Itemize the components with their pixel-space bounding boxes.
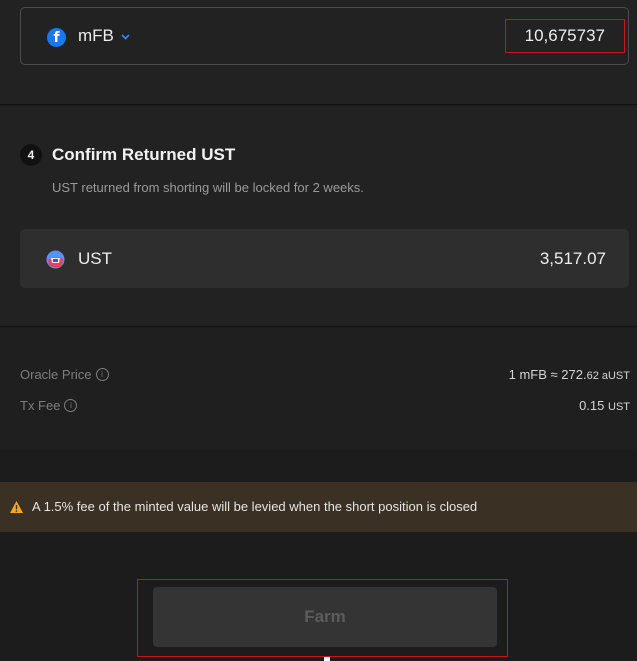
details-panel — [0, 328, 637, 450]
ust-returned-box: UST 3,517.07 — [20, 229, 629, 288]
asset-amount-field: f mFB — [20, 7, 629, 65]
facebook-icon: f — [47, 28, 66, 47]
ust-amount: 3,517.07 — [539, 249, 606, 268]
step-description: UST returned from shorting will be locke… — [52, 180, 364, 195]
fee-warning-banner: A 1.5% fee of the minted value will be l… — [0, 482, 637, 532]
asset-input-panel: f mFB — [0, 0, 637, 105]
ust-symbol: UST — [78, 249, 112, 268]
oracle-price-main: 1 mFB ≈ 272. — [508, 367, 587, 382]
tx-fee-label: Tx Fee i — [20, 398, 78, 413]
oracle-price-value: 1 mFB ≈ 272.62 aUST — [509, 367, 630, 382]
asset-symbol: mFB — [78, 26, 114, 45]
confirm-returned-ust-panel — [0, 106, 637, 327]
info-icon[interactable]: i — [64, 399, 78, 412]
tx-fee-amount: 0.15 — [579, 398, 605, 413]
chevron-down-icon — [121, 33, 130, 40]
step-title: Confirm Returned UST — [52, 145, 236, 164]
warning-icon — [10, 501, 23, 513]
farm-form: f mFB 4 Confirm Returned UST UST returne… — [0, 0, 637, 661]
tx-fee-label-text: Tx Fee — [20, 398, 61, 413]
tx-fee-unit: UST — [608, 401, 630, 413]
step-number-badge: 4 — [20, 144, 42, 166]
oracle-price-fraction: 62 aUST — [586, 370, 630, 382]
farm-button[interactable]: Farm — [153, 587, 497, 647]
warning-text: A 1.5% fee of the minted value will be l… — [32, 499, 478, 514]
info-icon[interactable]: i — [95, 368, 109, 381]
mouse-cursor — [324, 657, 330, 661]
ust-icon — [46, 250, 65, 269]
oracle-price-label-text: Oracle Price — [20, 367, 92, 382]
asset-selector[interactable]: mFB — [78, 26, 130, 46]
asset-amount-input[interactable] — [505, 19, 625, 53]
oracle-price-label: Oracle Price i — [20, 367, 109, 382]
tx-fee-value: 0.15 UST — [579, 398, 630, 413]
farm-button-frame: Farm — [137, 579, 508, 657]
